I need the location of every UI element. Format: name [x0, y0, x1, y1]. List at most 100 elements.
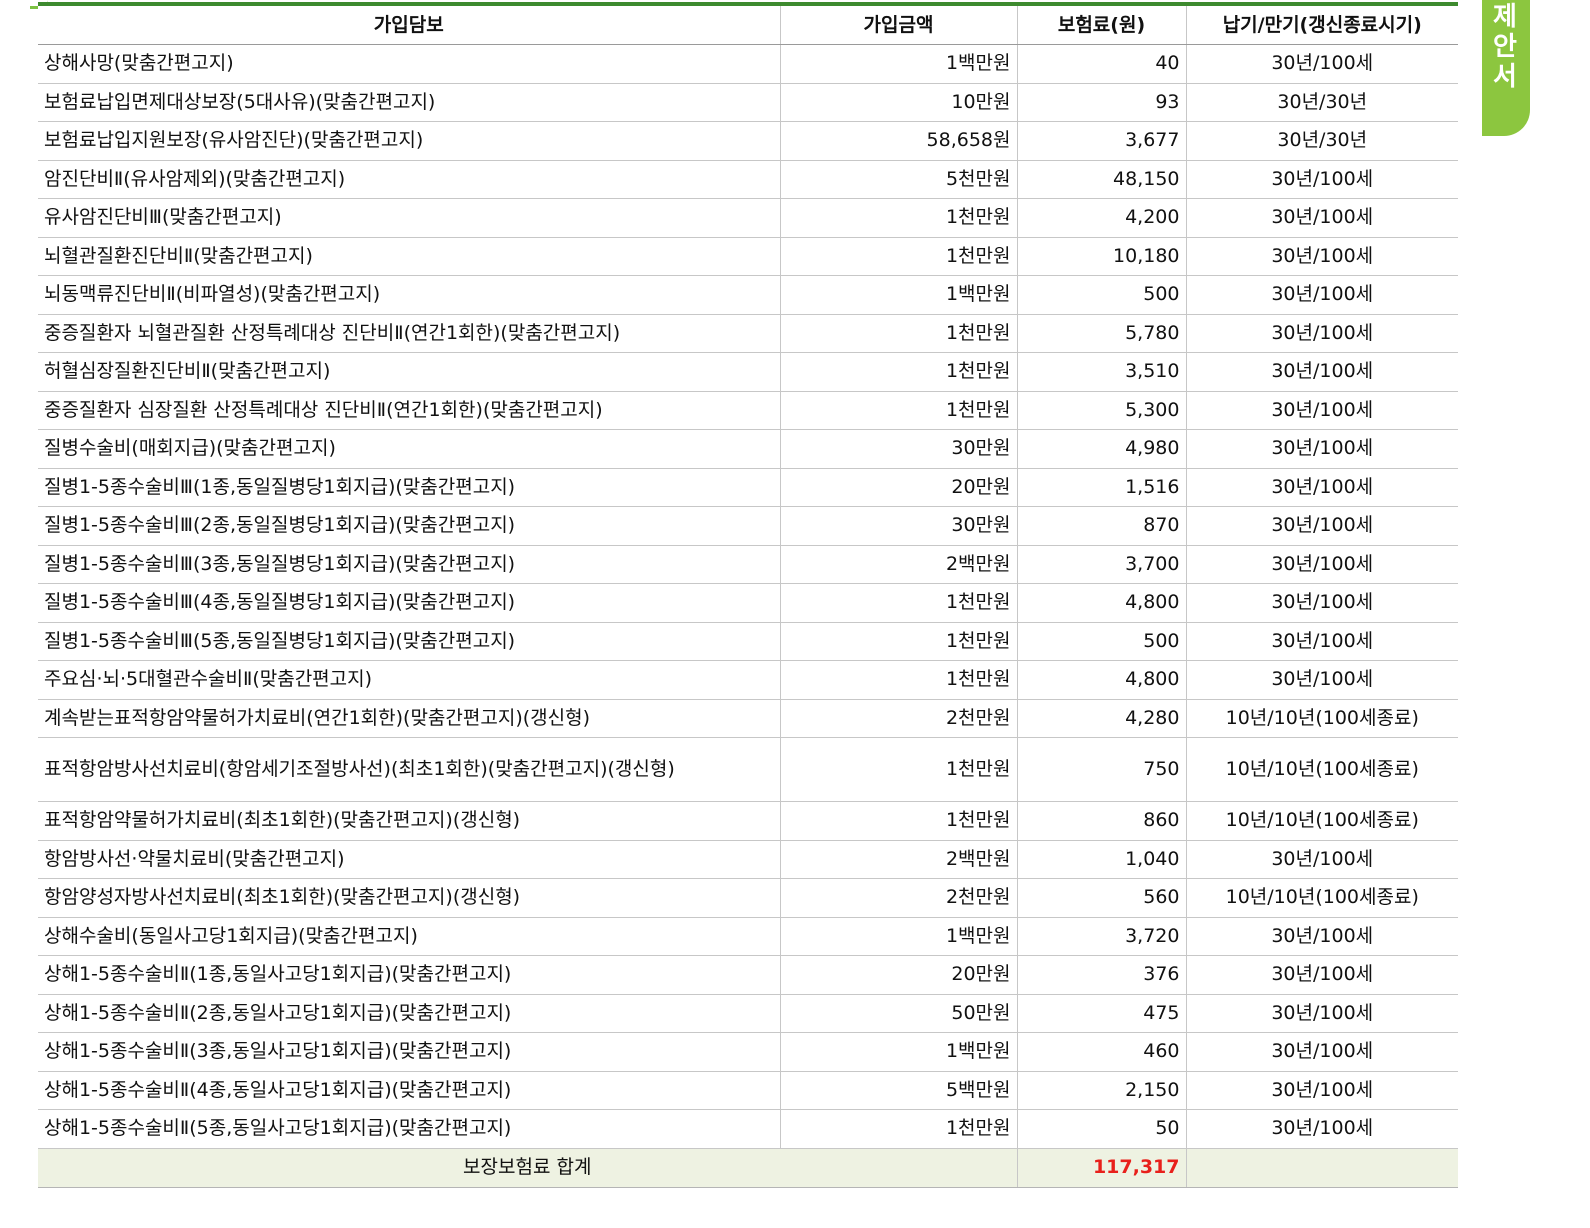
table-row: 보험료납입지원보장(유사암진단)(맞춤간편고지) 58,658원 3,677 30년/… [38, 121, 1458, 161]
period-cell: 30년/100세 [1186, 237, 1458, 276]
premium-cell: 48,150 [1017, 160, 1187, 199]
coverage-name-cell: 상해수술비(동일사고당1회지급)(맞춤간편고지) [38, 917, 781, 956]
amount-cell: 2천만원 [780, 878, 1018, 918]
amount-cell: 20만원 [780, 955, 1018, 995]
table-row: 질병1-5종수술비Ⅲ(5종,동일질병당1회지급)(맞춤간편고지) 1천만원 500 3… [38, 622, 1458, 661]
period-cell: 30년/100세 [1186, 840, 1458, 879]
period-cell: 30년/100세 [1186, 275, 1458, 315]
period-cell: 30년/100세 [1186, 352, 1458, 392]
header-amount: 가입금액 [780, 6, 1018, 45]
coverage-name-cell: 상해1-5종수술비Ⅱ(2종,동일사고당1회지급)(맞춤간편고지) [38, 994, 781, 1033]
period-cell: 30년/30년 [1186, 83, 1458, 122]
period-cell: 30년/100세 [1186, 994, 1458, 1033]
coverage-name-cell: 질병1-5종수술비Ⅲ(1종,동일질병당1회지급)(맞춤간편고지) [38, 468, 781, 507]
table-row: 유사암진단비Ⅲ(맞춤간편고지) 1천만원 4,200 30년/100세 [38, 198, 1458, 238]
amount-cell: 5백만원 [780, 1071, 1018, 1110]
amount-cell: 1백만원 [780, 917, 1018, 956]
period-cell: 30년/30년 [1186, 121, 1458, 161]
amount-cell: 1백만원 [780, 44, 1018, 84]
period-cell: 30년/100세 [1186, 955, 1458, 995]
header-coverage: 가입담보 [38, 6, 781, 45]
table-row: 상해수술비(동일사고당1회지급)(맞춤간편고지) 1백만원 3,720 30년/100… [38, 917, 1458, 956]
amount-cell: 2천만원 [780, 699, 1018, 738]
amount-cell: 1천만원 [780, 660, 1018, 700]
table-row: 상해사망(맞춤간편고지) 1백만원 40 30년/100세 [38, 44, 1458, 84]
table-row: 항암양성자방사선치료비(최초1회한)(맞춤간편고지)(갱신형) 2천만원 560 10… [38, 878, 1458, 918]
coverage-name-cell: 뇌동맥류진단비Ⅱ(비파열성)(맞춤간편고지) [38, 275, 781, 315]
period-cell: 30년/100세 [1186, 44, 1458, 84]
amount-cell: 5천만원 [780, 160, 1018, 199]
period-cell: 30년/100세 [1186, 660, 1458, 700]
amount-cell: 1천만원 [780, 391, 1018, 430]
coverage-name-cell: 유사암진단비Ⅲ(맞춤간편고지) [38, 198, 781, 238]
total-premium-value: 117,317 [1017, 1148, 1187, 1188]
premium-cell: 4,800 [1017, 583, 1187, 623]
period-cell: 30년/100세 [1186, 314, 1458, 353]
amount-cell: 1백만원 [780, 275, 1018, 315]
premium-cell: 50 [1017, 1109, 1187, 1149]
period-cell: 30년/100세 [1186, 429, 1458, 469]
period-cell: 30년/100세 [1186, 198, 1458, 238]
period-cell: 10년/10년(100세종료) [1186, 699, 1458, 738]
amount-cell: 1천만원 [780, 583, 1018, 623]
coverage-name-cell: 보험료납입지원보장(유사암진단)(맞춤간편고지) [38, 121, 781, 161]
premium-cell: 3,677 [1017, 121, 1187, 161]
amount-cell: 2백만원 [780, 545, 1018, 584]
premium-cell: 500 [1017, 275, 1187, 315]
coverage-name-cell: 질병1-5종수술비Ⅲ(5종,동일질병당1회지급)(맞춤간편고지) [38, 622, 781, 661]
table-row: 항암방사선·약물치료비(맞춤간편고지) 2백만원 1,040 30년/100세 [38, 840, 1458, 879]
side-tab-char: 서 [1493, 62, 1517, 92]
table-row: 계속받는표적항암약물허가치료비(연간1회한)(맞춤간편고지)(갱신형) 2천만원 4… [38, 699, 1458, 738]
period-cell: 10년/10년(100세종료) [1186, 878, 1458, 918]
period-cell: 30년/100세 [1186, 506, 1458, 546]
table-row: 질병1-5종수술비Ⅲ(4종,동일질병당1회지급)(맞춤간편고지) 1천만원 4,80… [38, 583, 1458, 623]
coverage-name-cell: 질병1-5종수술비Ⅲ(4종,동일질병당1회지급)(맞춤간편고지) [38, 583, 781, 623]
table-row: 상해1-5종수술비Ⅱ(4종,동일사고당1회지급)(맞춤간편고지) 5백만원 2,15… [38, 1071, 1458, 1110]
table-row: 질병1-5종수술비Ⅲ(2종,동일질병당1회지급)(맞춤간편고지) 30만원 870 3… [38, 506, 1458, 546]
amount-cell: 2백만원 [780, 840, 1018, 879]
period-cell: 10년/10년(100세종료) [1186, 737, 1458, 802]
amount-cell: 10만원 [780, 83, 1018, 122]
coverage-name-cell: 상해1-5종수술비Ⅱ(3종,동일사고당1회지급)(맞춤간편고지) [38, 1032, 781, 1072]
coverage-name-cell: 허혈심장질환진단비Ⅱ(맞춤간편고지) [38, 352, 781, 392]
total-row: 보장보험료 합계 117,317 [38, 1148, 1458, 1188]
period-cell: 30년/100세 [1186, 468, 1458, 507]
coverage-name-cell: 질병수술비(매회지급)(맞춤간편고지) [38, 429, 781, 469]
premium-cell: 460 [1017, 1032, 1187, 1072]
coverage-name-cell: 상해1-5종수술비Ⅱ(1종,동일사고당1회지급)(맞춤간편고지) [38, 955, 781, 995]
premium-cell: 5,780 [1017, 314, 1187, 353]
coverage-name-cell: 중증질환자 심장질환 산정특례대상 진단비Ⅱ(연간1회한)(맞춤간편고지) [38, 391, 781, 430]
premium-cell: 3,720 [1017, 917, 1187, 956]
table-row: 허혈심장질환진단비Ⅱ(맞춤간편고지) 1천만원 3,510 30년/100세 [38, 352, 1458, 392]
period-cell: 30년/100세 [1186, 917, 1458, 956]
table-row: 표적항암방사선치료비(항암세기조절방사선)(최초1회한)(맞춤간편고지)(갱신형… [38, 737, 1458, 802]
table-row: 표적항암약물허가치료비(최초1회한)(맞춤간편고지)(갱신형) 1천만원 860 10… [38, 801, 1458, 841]
coverage-name-cell: 표적항암약물허가치료비(최초1회한)(맞춤간편고지)(갱신형) [38, 801, 781, 841]
coverage-name-cell: 상해사망(맞춤간편고지) [38, 44, 781, 84]
table-body: 상해사망(맞춤간편고지) 1백만원 40 30년/100세 보험료납입면제대상보장(5대… [38, 44, 1458, 1149]
amount-cell: 1천만원 [780, 801, 1018, 841]
table-row: 암진단비Ⅱ(유사암제외)(맞춤간편고지) 5천만원 48,150 30년/100세 [38, 160, 1458, 199]
table-row: 중증질환자 뇌혈관질환 산정특례대상 진단비Ⅱ(연간1회한)(맞춤간편고지) 1천… [38, 314, 1458, 353]
premium-cell: 4,980 [1017, 429, 1187, 469]
period-cell: 10년/10년(100세종료) [1186, 801, 1458, 841]
period-cell: 30년/100세 [1186, 1071, 1458, 1110]
coverage-name-cell: 표적항암방사선치료비(항암세기조절방사선)(최초1회한)(맞춤간편고지)(갱신형… [38, 737, 781, 802]
side-tab-proposal[interactable]: 제 안 서 [1482, 0, 1530, 136]
premium-cell: 40 [1017, 44, 1187, 84]
coverage-name-cell: 항암양성자방사선치료비(최초1회한)(맞춤간편고지)(갱신형) [38, 878, 781, 918]
table-row: 질병1-5종수술비Ⅲ(3종,동일질병당1회지급)(맞춤간편고지) 2백만원 3,70… [38, 545, 1458, 584]
coverage-name-cell: 상해1-5종수술비Ⅱ(5종,동일사고당1회지급)(맞춤간편고지) [38, 1109, 781, 1149]
coverage-name-cell: 중증질환자 뇌혈관질환 산정특례대상 진단비Ⅱ(연간1회한)(맞춤간편고지) [38, 314, 781, 353]
premium-cell: 376 [1017, 955, 1187, 995]
period-cell: 30년/100세 [1186, 622, 1458, 661]
table-row: 보험료납입면제대상보장(5대사유)(맞춤간편고지) 10만원 93 30년/30년 [38, 83, 1458, 122]
premium-cell: 1,040 [1017, 840, 1187, 879]
table-row: 상해1-5종수술비Ⅱ(5종,동일사고당1회지급)(맞춤간편고지) 1천만원 50 30… [38, 1109, 1458, 1149]
premium-cell: 4,800 [1017, 660, 1187, 700]
premium-cell: 870 [1017, 506, 1187, 546]
table-row: 상해1-5종수술비Ⅱ(1종,동일사고당1회지급)(맞춤간편고지) 20만원 376 3… [38, 955, 1458, 995]
premium-cell: 5,300 [1017, 391, 1187, 430]
coverage-name-cell: 뇌혈관질환진단비Ⅱ(맞춤간편고지) [38, 237, 781, 276]
amount-cell: 1천만원 [780, 198, 1018, 238]
